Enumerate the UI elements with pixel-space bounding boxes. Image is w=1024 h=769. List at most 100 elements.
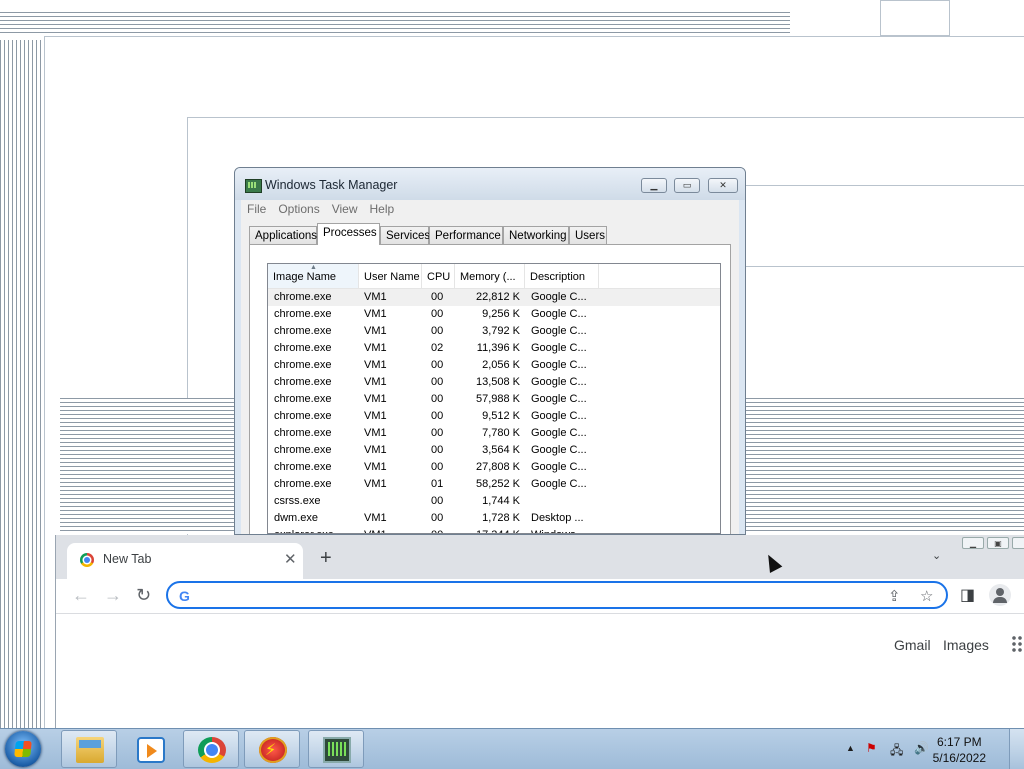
menu-help[interactable]: Help (364, 200, 401, 219)
column-description[interactable]: Description (525, 264, 599, 288)
minimize-button[interactable]: ▁ (962, 537, 984, 549)
back-arrow-icon[interactable]: ← (72, 586, 90, 604)
menu-file[interactable]: File (241, 200, 272, 219)
process-memory: 58,252 K (475, 478, 520, 490)
process-memory: 22,812 K (475, 291, 520, 303)
tab-services[interactable]: Services (380, 226, 430, 244)
process-row[interactable]: chrome.exe VM1 00 57,988 K Google C... (268, 391, 720, 408)
menu-view[interactable]: View (326, 200, 364, 219)
column-label: Image Name (273, 271, 336, 283)
tab-performance[interactable]: Performance (429, 226, 503, 244)
volume-icon[interactable]: 🔊 (914, 741, 929, 755)
process-row[interactable]: chrome.exe VM1 00 9,256 K Google C... (268, 306, 720, 323)
process-user: VM1 (364, 478, 387, 490)
tab-title: New Tab (103, 552, 152, 566)
google-g-icon: G (179, 588, 190, 604)
action-center-icon[interactable]: ⚑ (866, 741, 877, 755)
process-list[interactable]: ▲ Image Name User Name CPU Memory (... D… (267, 263, 721, 534)
process-memory: 3,564 K (482, 444, 520, 456)
share-icon[interactable]: ⇪ (888, 587, 901, 605)
column-user-name[interactable]: User Name (359, 264, 422, 288)
tab-networking[interactable]: Networking (503, 226, 569, 244)
task-manager-icon (323, 737, 351, 763)
taskbar-media-player[interactable] (122, 730, 178, 768)
process-row[interactable]: chrome.exe VM1 00 3,792 K Google C... (268, 323, 720, 340)
address-bar[interactable]: G ⇪ ☆ (166, 581, 948, 609)
process-name: chrome.exe (274, 461, 332, 473)
process-description: Google C... (531, 325, 587, 337)
process-name: explorer.exe (274, 527, 360, 533)
process-name: chrome.exe (274, 376, 332, 388)
system-clock[interactable]: 6:17 PM 5/16/2022 (933, 734, 986, 766)
process-row[interactable]: chrome.exe VM1 00 3,564 K Google C... (268, 442, 720, 459)
ghost-window (745, 185, 1024, 267)
process-row[interactable]: csrss.exe 00 1,744 K (268, 493, 720, 510)
process-description: Google C... (531, 461, 587, 473)
network-icon[interactable]: 🖧 (890, 741, 903, 762)
reload-icon[interactable]: ↻ (136, 586, 151, 604)
process-description: Google C... (531, 410, 587, 422)
process-name: chrome.exe (274, 342, 332, 354)
taskbar-flash[interactable] (244, 730, 300, 768)
process-user: VM1 (364, 410, 387, 422)
process-name: chrome.exe (274, 427, 332, 439)
profile-avatar-icon[interactable] (989, 584, 1011, 606)
ghost-window-trail (0, 12, 790, 36)
start-button[interactable] (5, 731, 41, 767)
process-description: Google C... (531, 359, 587, 371)
process-name: chrome.exe (274, 478, 332, 490)
ghost-window-trail (0, 40, 44, 730)
close-tab-icon[interactable]: ✕ (284, 550, 297, 568)
gmail-link[interactable]: Gmail (894, 637, 931, 653)
window-title: Windows Task Manager (265, 178, 398, 192)
close-button[interactable]: ✕ (708, 178, 738, 193)
column-memory[interactable]: Memory (... (455, 264, 525, 288)
images-link[interactable]: Images (943, 637, 989, 653)
minimize-button[interactable]: ▁ (641, 178, 667, 193)
process-row[interactable]: dwm.exe VM1 00 1,728 K Desktop ... (268, 510, 720, 527)
process-row[interactable]: chrome.exe VM1 00 9,512 K Google C... (268, 408, 720, 425)
column-cpu[interactable]: CPU (422, 264, 455, 288)
tab-users[interactable]: Users (569, 226, 607, 244)
tab-applications[interactable]: Applications (249, 226, 317, 244)
process-row[interactable]: explorer.exeVM10017,344 KWindows ... (268, 527, 720, 533)
process-name: chrome.exe (274, 308, 332, 320)
process-row[interactable]: chrome.exe VM1 00 27,808 K Google C... (268, 459, 720, 476)
process-name: chrome.exe (274, 291, 332, 303)
close-button-partial[interactable] (1012, 537, 1024, 549)
tab-processes[interactable]: Processes (317, 223, 380, 245)
process-memory: 13,508 K (475, 376, 520, 388)
column-image-name[interactable]: ▲ Image Name (268, 264, 359, 288)
menu-options[interactable]: Options (272, 200, 325, 219)
taskbar-chrome[interactable] (183, 730, 239, 768)
process-description: Google C... (531, 393, 587, 405)
process-description: Desktop ... (531, 512, 584, 524)
side-panel-icon[interactable]: ◨ (960, 585, 975, 605)
process-row[interactable]: chrome.exe VM1 01 58,252 K Google C... (268, 476, 720, 493)
bookmark-star-icon[interactable]: ☆ (920, 587, 933, 605)
process-memory: 1,744 K (482, 495, 520, 507)
process-row[interactable]: chrome.exe VM1 00 7,780 K Google C... (268, 425, 720, 442)
task-manager-titlebar[interactable]: Windows Task Manager ▁ ▭ ✕ (235, 168, 745, 200)
tab-search-chevron-icon[interactable]: ⌄ (932, 549, 941, 562)
forward-arrow-icon[interactable]: → (104, 586, 122, 604)
address-input[interactable] (200, 588, 880, 604)
process-name: chrome.exe (274, 393, 332, 405)
chrome-window: New Tab ✕ + ⌄ ▁ ▣ ← → ↻ G ⇪ ☆ ◨ Gmail Im… (55, 535, 1024, 728)
task-manager-window: Windows Task Manager ▁ ▭ ✕ File Options Vi… (234, 167, 746, 535)
ghost-window (880, 0, 950, 36)
process-memory: 57,988 K (475, 393, 520, 405)
browser-tab[interactable]: New Tab ✕ (67, 543, 303, 579)
process-row[interactable]: chrome.exe VM1 00 22,812 K Google C... (268, 289, 720, 306)
restore-button[interactable]: ▣ (987, 537, 1009, 549)
new-tab-button[interactable]: + (320, 548, 332, 568)
show-hidden-icons-icon[interactable]: ▲ (846, 743, 855, 753)
taskbar-task-manager[interactable] (308, 730, 364, 768)
taskbar-explorer[interactable] (61, 730, 117, 768)
process-row[interactable]: chrome.exe VM1 00 2,056 K Google C... (268, 357, 720, 374)
show-desktop-button[interactable] (1009, 729, 1024, 769)
process-row[interactable]: chrome.exe VM1 00 13,508 K Google C... (268, 374, 720, 391)
process-row[interactable]: chrome.exe VM1 02 11,396 K Google C... (268, 340, 720, 357)
google-apps-icon[interactable] (1011, 635, 1023, 653)
maximize-button[interactable]: ▭ (674, 178, 700, 193)
